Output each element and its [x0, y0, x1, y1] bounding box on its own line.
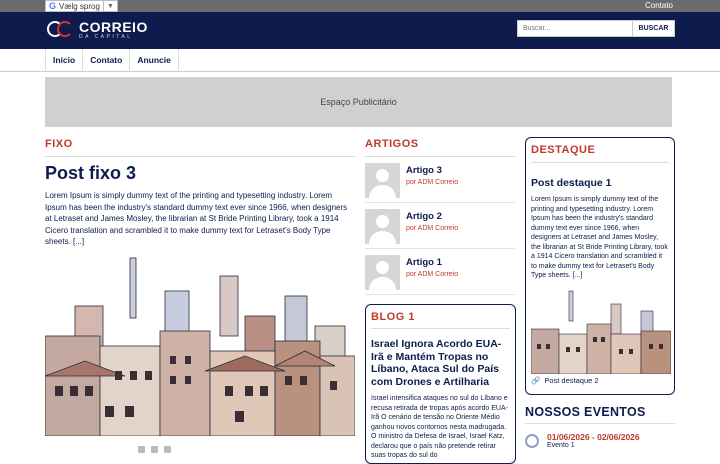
featured-post-excerpt: Lorem Ipsum is simply dummy text of the … [531, 196, 668, 279]
city-illustration-image[interactable] [45, 255, 355, 436]
top-contact-link[interactable]: Contato [645, 1, 673, 10]
avatar-placeholder-icon [365, 209, 400, 244]
section-title-fixo: FIXO [45, 138, 355, 157]
main-nav: Início Contato Anuncie [0, 49, 720, 72]
section-title-artigos: ARTIGOS [365, 138, 515, 157]
article-title[interactable]: Artigo 3 [406, 165, 458, 176]
site-logo[interactable]: CORREIO DA CAPITAL [47, 19, 148, 41]
nav-item-contato[interactable]: Contato [83, 49, 131, 72]
section-title-blog: BLOG 1 [371, 311, 510, 329]
logo-name: CORREIO [79, 19, 148, 35]
article-author[interactable]: por ADM Correio [406, 179, 458, 186]
article-author[interactable]: por ADM Correio [406, 225, 458, 232]
article-title[interactable]: Artigo 2 [406, 211, 458, 222]
ad-banner[interactable]: Espaço Publicitário [45, 77, 672, 127]
nav-item-inicio[interactable]: Início [46, 49, 84, 72]
search-button[interactable]: BUSCAR [633, 20, 675, 37]
fixed-post-excerpt: Lorem Ipsum is simply dummy text of the … [45, 191, 348, 246]
events-section: NOSSOS EVENTOS 01/06/2026 - 02/06/2026 E… [525, 405, 675, 449]
featured-post-title[interactable]: Post destaque 1 [531, 177, 669, 189]
chevron-down-icon: ▼ [106, 2, 114, 10]
featured-link-label[interactable]: Post destaque 2 [544, 376, 598, 385]
articles-column: ARTIGOS Artigo 3 por ADM Correio Artigo … [365, 138, 515, 295]
event-title[interactable]: Evento 1 [547, 442, 640, 449]
blog-post-title[interactable]: Israel Ignora Acordo EUA-Irã e Mantém Tr… [371, 338, 510, 388]
top-bar: G Vælg sprog ▼ Contato [0, 0, 720, 12]
language-label: Vælg sprog [59, 1, 100, 11]
search-form: BUSCAR [517, 20, 675, 37]
fixed-post-title[interactable]: Post fixo 3 [45, 163, 355, 184]
site-header: CORREIO DA CAPITAL BUSCAR [0, 12, 720, 49]
article-author[interactable]: por ADM Correio [406, 271, 458, 278]
divider [102, 1, 104, 11]
section-title-destaque: DESTAQUE [531, 144, 669, 163]
search-input[interactable] [517, 20, 633, 37]
fixed-post-column: FIXO Post fixo 3 Lorem Ipsum is simply d… [45, 138, 355, 436]
blog-card: BLOG 1 Israel Ignora Acordo EUA-Irã e Ma… [365, 304, 516, 464]
blog-post-excerpt: Israel intensifica ataques no sul do Líb… [371, 395, 508, 459]
nav-item-anuncie[interactable]: Anuncie [130, 49, 179, 72]
featured-card: DESTAQUE Post destaque 1 Lorem Ipsum is … [525, 137, 675, 395]
featured-city-image[interactable] [530, 289, 672, 374]
section-title-eventos: NOSSOS EVENTOS [525, 405, 675, 424]
event-date: 01/06/2026 - 02/06/2026 [547, 432, 640, 442]
language-selector[interactable]: G Vælg sprog ▼ [45, 0, 118, 12]
link-icon: 🔗 [531, 375, 541, 385]
avatar-placeholder-icon [365, 163, 400, 198]
article-item[interactable]: Artigo 2 por ADM Correio [365, 203, 515, 249]
event-item[interactable]: 01/06/2026 - 02/06/2026 Evento 1 [525, 432, 675, 449]
google-icon: G [49, 1, 57, 11]
article-title[interactable]: Artigo 1 [406, 257, 458, 268]
ad-label: Espaço Publicitário [320, 97, 397, 107]
logo-subtitle: DA CAPITAL [79, 34, 133, 40]
article-item[interactable]: Artigo 3 por ADM Correio [365, 157, 515, 203]
logo-mark-icon [47, 19, 75, 41]
clock-icon [525, 434, 539, 448]
article-item[interactable]: Artigo 1 por ADM Correio [365, 249, 515, 295]
avatar-placeholder-icon [365, 255, 400, 290]
featured-link-2[interactable]: 🔗 Post destaque 2 [531, 376, 669, 385]
